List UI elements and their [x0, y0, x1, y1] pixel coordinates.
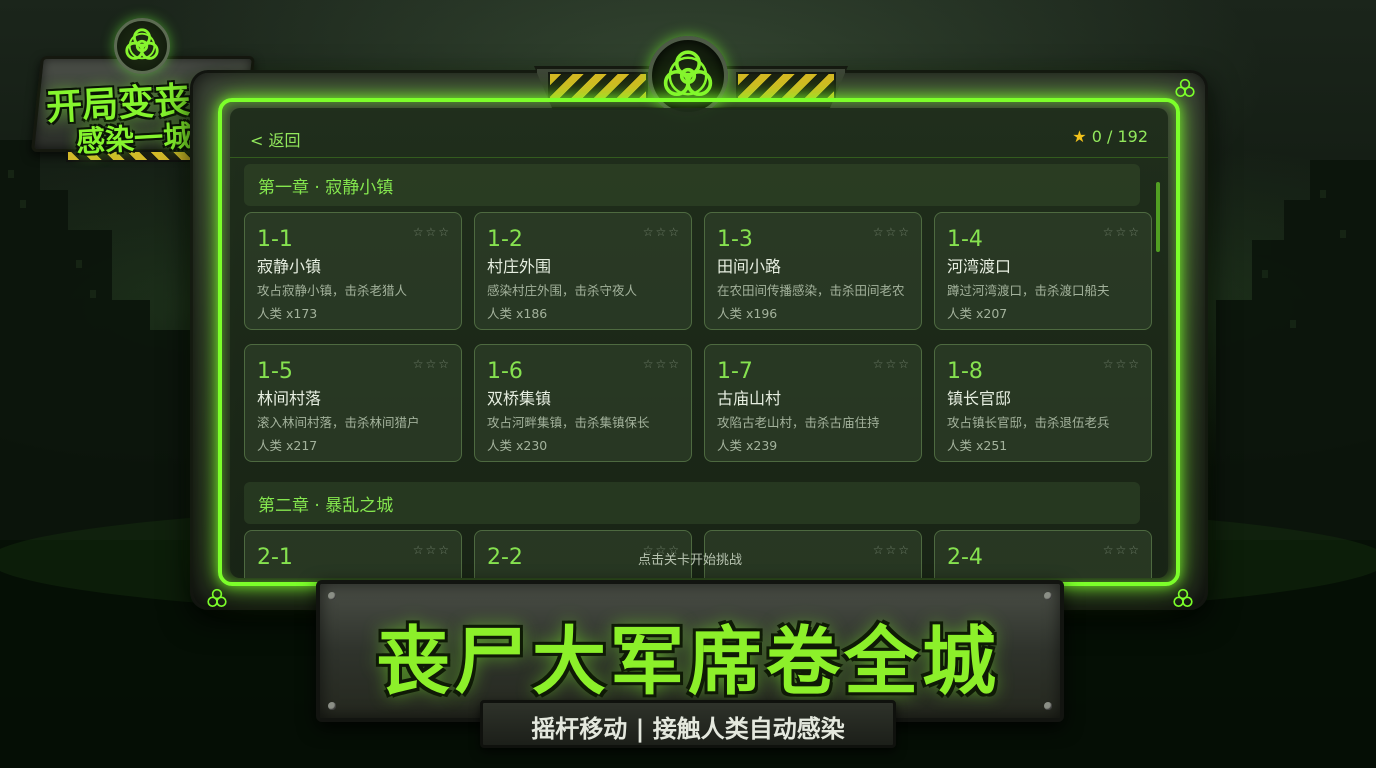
human-count: 人类 x230 [487, 438, 548, 453]
level-stars: ☆☆☆ [412, 357, 451, 371]
promo-subtitle: 摇杆移动 | 接触人类自动感染 [531, 715, 845, 743]
level-objective: 在农田间传播感染，击杀田间老农 [717, 283, 905, 298]
level-name: 林间村落 [257, 389, 322, 408]
rivet [1044, 592, 1052, 600]
level-name: 古庙山村 [717, 389, 782, 408]
level-select-panel: < 返回 ★ 0 / 192 第一章 · 寂静小镇 1-1 寂静小镇 攻占寂静小… [230, 108, 1168, 578]
human-count: 人类 x196 [717, 306, 778, 321]
level-name: 双桥集镇 [487, 389, 552, 408]
level-card-1-5[interactable]: 1-5 林间村落 滚入林间村落，击杀林间猎户 人类 x217 ☆☆☆ [244, 344, 462, 462]
level-objective: 攻陷古老山村，击杀古庙住持 [717, 415, 880, 430]
level-card-2-4[interactable]: 2-4 ☆☆☆ [934, 530, 1152, 578]
chapter-header: 第二章 · 暴乱之城 [244, 482, 1140, 524]
stars-progress: 0 / 192 [1091, 127, 1148, 146]
human-count: 人类 x173 [257, 306, 318, 321]
biohazard-icon [114, 18, 170, 74]
level-grid-chapter-1: 1-1 寂静小镇 攻占寂静小镇，击杀老猎人 人类 x173 ☆☆☆ 1-2 村庄… [244, 212, 1152, 462]
level-stars: ☆☆☆ [872, 225, 911, 239]
level-card-1-6[interactable]: 1-6 双桥集镇 攻占河畔集镇，击杀集镇保长 人类 x230 ☆☆☆ [474, 344, 692, 462]
level-stars: ☆☆☆ [412, 225, 451, 239]
level-card-1-4[interactable]: 1-4 河湾渡口 蹲过河湾渡口，击杀渡口船夫 人类 x207 ☆☆☆ [934, 212, 1152, 330]
human-count: 人类 x207 [947, 306, 1008, 321]
level-stars: ☆☆☆ [642, 225, 681, 239]
level-card-1-3[interactable]: 1-3 田间小路 在农田间传播感染，击杀田间老农 人类 x196 ☆☆☆ [704, 212, 922, 330]
level-objective: 攻占河畔集镇，击杀集镇保长 [487, 415, 650, 430]
level-stars: ☆☆☆ [872, 357, 911, 371]
star-icon: ★ [1072, 127, 1087, 146]
level-objective: 滚入林间村落，击杀林间猎户 [257, 415, 420, 430]
level-stars: ☆☆☆ [1102, 225, 1141, 239]
panel-header: < 返回 ★ 0 / 192 [230, 108, 1168, 158]
level-stars: ☆☆☆ [1102, 543, 1141, 557]
level-name: 镇长官邸 [947, 389, 1012, 408]
level-stars: ☆☆☆ [872, 543, 911, 557]
level-card-2-1[interactable]: 2-1 ☆☆☆ [244, 530, 462, 578]
level-objective: 攻占寂静小镇，击杀老猎人 [257, 283, 408, 298]
tap-hint: 点击关卡开始挑战 [638, 553, 743, 568]
human-count: 人类 x217 [257, 438, 318, 453]
human-count: 人类 x251 [947, 438, 1008, 453]
human-count: 人类 x239 [717, 438, 778, 453]
level-objective: 蹲过河湾渡口，击杀渡口船夫 [947, 283, 1110, 298]
level-card-1-8[interactable]: 1-8 镇长官邸 攻占镇长官邸，击杀退伍老兵 人类 x251 ☆☆☆ [934, 344, 1152, 462]
level-card-1-1[interactable]: 1-1 寂静小镇 攻占寂静小镇，击杀老猎人 人类 x173 ☆☆☆ [244, 212, 462, 330]
total-stars-counter: ★ 0 / 192 [1072, 127, 1148, 146]
promo-title: 丧尸大军席卷全城 [376, 619, 1000, 705]
level-name: 田间小路 [717, 257, 782, 276]
level-name: 寂静小镇 [257, 257, 322, 276]
level-stars: ☆☆☆ [412, 543, 451, 557]
human-count: 人类 x186 [487, 306, 548, 321]
chapter-list[interactable]: 第一章 · 寂静小镇 1-1 寂静小镇 攻占寂静小镇，击杀老猎人 人类 x173… [244, 164, 1152, 578]
level-stars: ☆☆☆ [1102, 357, 1141, 371]
chapter-header: 第一章 · 寂静小镇 [244, 164, 1140, 206]
level-card-1-2[interactable]: 1-2 村庄外围 感染村庄外围，击杀守夜人 人类 x186 ☆☆☆ [474, 212, 692, 330]
level-name: 村庄外围 [487, 257, 552, 276]
back-button[interactable]: < 返回 [250, 127, 301, 151]
rivet [328, 592, 336, 600]
biohazard-icon [1172, 76, 1198, 102]
level-objective: 攻占镇长官邸，击杀退伍老兵 [947, 415, 1110, 430]
level-stars: ☆☆☆ [642, 357, 681, 371]
level-objective: 感染村庄外围，击杀守夜人 [487, 283, 638, 298]
level-card-1-7[interactable]: 1-7 古庙山村 攻陷古老山村，击杀古庙住持 人类 x239 ☆☆☆ [704, 344, 922, 462]
level-name: 河湾渡口 [947, 257, 1012, 276]
list-scrollbar[interactable] [1156, 182, 1160, 252]
